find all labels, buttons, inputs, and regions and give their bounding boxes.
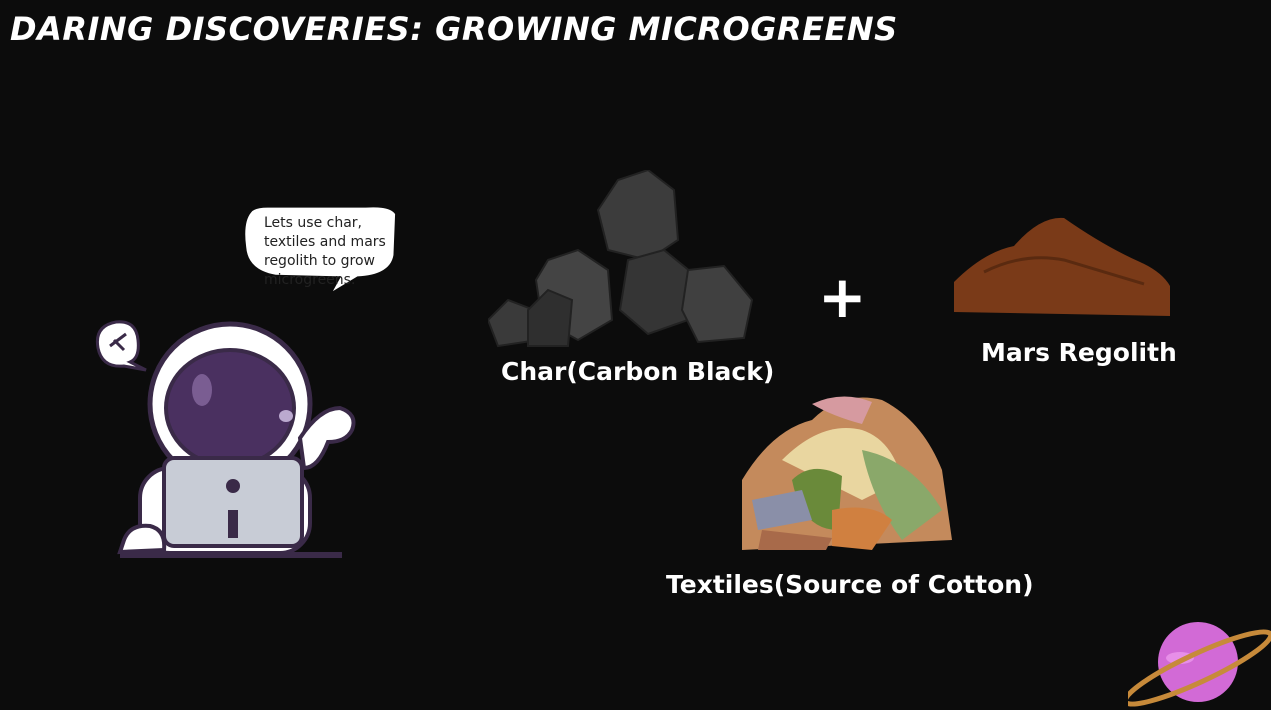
slide-title: DARING DISCOVERIES: GROWING MICROGREENS bbox=[10, 10, 898, 48]
mars-regolith-label: Mars Regolith bbox=[981, 338, 1177, 367]
planet-icon bbox=[1128, 622, 1271, 707]
speech-bubble-text: Lets use char, textiles and mars regolit… bbox=[264, 215, 386, 288]
char-illustration bbox=[488, 170, 754, 348]
textiles-label: Textiles(Source of Cotton) bbox=[666, 570, 1034, 599]
plus-symbol: + bbox=[818, 263, 867, 331]
char-label: Char(Carbon Black) bbox=[501, 357, 775, 386]
mars-regolith-illustration bbox=[954, 217, 1170, 316]
astronaut-illustration bbox=[95, 320, 356, 558]
textiles-illustration bbox=[742, 396, 952, 550]
